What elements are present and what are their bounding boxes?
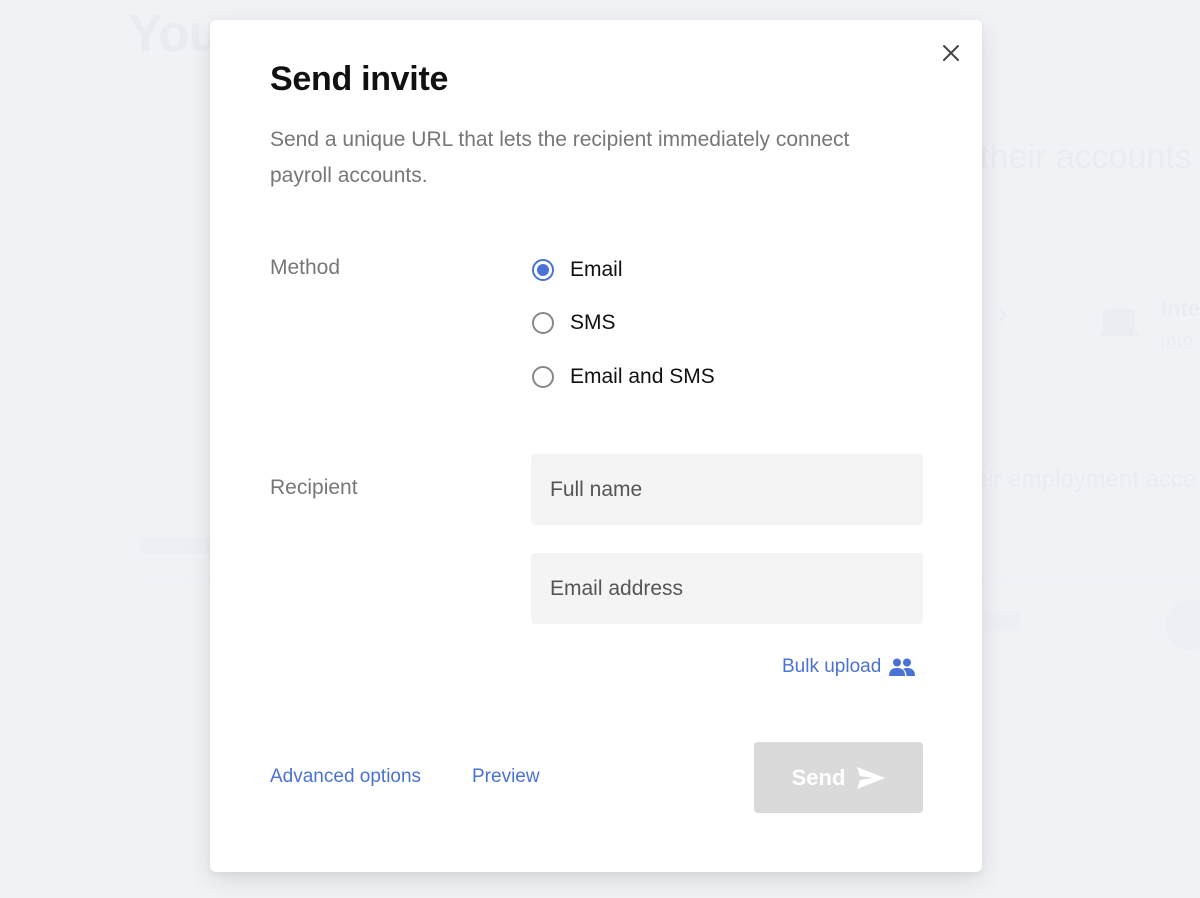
- bulk-upload-link[interactable]: Bulk upload: [782, 656, 916, 678]
- radio-button-checked[interactable]: [532, 259, 554, 281]
- advanced-options-label: Advanced options: [270, 766, 422, 787]
- radio-button[interactable]: [532, 366, 554, 388]
- close-icon: [943, 45, 959, 61]
- method-label: Method: [270, 256, 341, 279]
- close-button[interactable]: [938, 40, 964, 66]
- people-icon: [889, 658, 916, 676]
- radio-label: Email: [570, 258, 623, 281]
- send-invite-modal: Send invite Send a unique URL that lets …: [210, 20, 982, 872]
- preview-label: Preview: [472, 766, 540, 787]
- radio-button[interactable]: [532, 312, 554, 334]
- radio-email[interactable]: Email: [532, 258, 623, 282]
- send-icon: [857, 766, 886, 789]
- radio-sms[interactable]: SMS: [532, 311, 616, 335]
- radio-label: Email and SMS: [570, 365, 715, 388]
- advanced-options-link[interactable]: Advanced options: [270, 766, 421, 788]
- radio-dot: [537, 264, 549, 276]
- radio-label: SMS: [570, 311, 616, 334]
- send-button[interactable]: Send: [754, 742, 923, 813]
- recipient-label: Recipient: [270, 476, 358, 499]
- bulk-upload-label: Bulk upload: [782, 656, 882, 677]
- send-label: Send: [791, 764, 846, 790]
- modal-title: Send invite: [270, 60, 449, 98]
- modal-description: Send a unique URL that lets the recipien…: [270, 128, 850, 187]
- preview-link[interactable]: Preview: [472, 766, 540, 788]
- full-name-input[interactable]: [531, 454, 923, 525]
- radio-email-and-sms[interactable]: Email and SMS: [532, 365, 715, 389]
- email-address-input[interactable]: [531, 553, 923, 624]
